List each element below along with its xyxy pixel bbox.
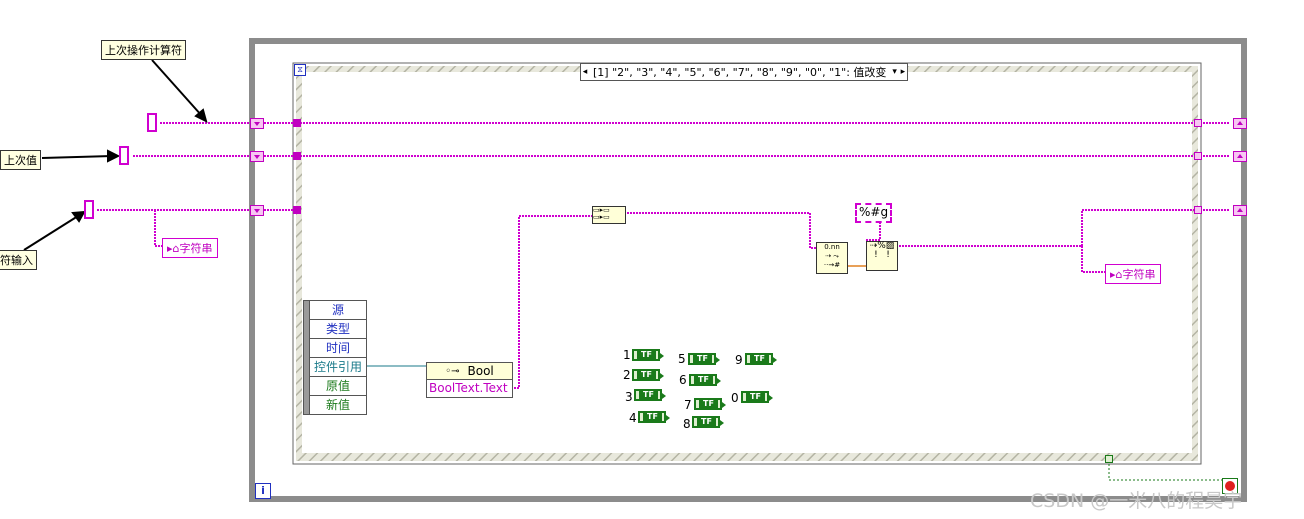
last-value-control[interactable] — [119, 146, 129, 165]
shift-register-right-3[interactable] — [1233, 205, 1247, 216]
note-last-operator: 上次操作计算符 — [101, 40, 186, 60]
bool-button-terminal[interactable]: TF — [694, 398, 726, 410]
string-indicator-icon: ▸⌂ — [167, 242, 180, 255]
shift-register-right-2[interactable] — [1233, 151, 1247, 162]
property-node-header: ◦⊸ Bool — [427, 363, 512, 380]
bool-button-label: 9 — [735, 353, 743, 367]
timeout-icon[interactable]: ⧖ — [294, 64, 306, 76]
property-node-property[interactable]: BoolText.Text — [427, 380, 512, 397]
bool-button-terminal[interactable]: TF — [692, 416, 724, 428]
bool-button-text: TF — [643, 413, 662, 421]
string-indicator-left[interactable]: ▸⌂字符串 — [162, 238, 218, 258]
input-control[interactable] — [84, 200, 94, 219]
concatenate-strings-icon[interactable]: ▭▸▭ ▭▸▭ — [592, 206, 626, 224]
bool-button-label: 4 — [629, 411, 637, 425]
bool-button-terminal[interactable]: TF — [632, 349, 664, 361]
property-node-class: Bool — [467, 364, 494, 378]
event-tunnel-in-1[interactable] — [293, 119, 301, 127]
property-node[interactable]: ◦⊸ Bool BoolText.Text — [426, 362, 513, 398]
shift-register-left-3[interactable] — [250, 205, 264, 216]
bool-button-text: TF — [750, 355, 769, 363]
bool-button-label: 2 — [623, 368, 631, 382]
chevron-down-icon[interactable]: ▾ — [890, 67, 899, 77]
bool-button-text: TF — [694, 376, 713, 384]
event-tunnel-out-2[interactable] — [1194, 152, 1202, 160]
note-last-value: 上次值 — [0, 150, 41, 170]
bool-button-terminal[interactable]: TF — [634, 389, 666, 401]
bool-button-text: TF — [639, 391, 658, 399]
reference-icon: ◦⊸ — [445, 365, 460, 377]
event-tunnel-in-3[interactable] — [293, 206, 301, 214]
event-data-control-ref[interactable]: 控件引用 — [310, 358, 366, 377]
bool-button-terminal[interactable]: TF — [688, 353, 720, 365]
event-case-selector[interactable]: ◂ [1] "2", "3", "4", "5", "6", "7", "8",… — [580, 63, 908, 81]
event-tunnel-stop[interactable] — [1105, 455, 1113, 463]
shift-register-left-2[interactable] — [250, 151, 264, 162]
bool-button-label: 5 — [678, 352, 686, 366]
bool-button-terminal[interactable]: TF — [689, 374, 721, 386]
bool-button-text: TF — [637, 351, 656, 359]
event-tunnel-out-1[interactable] — [1194, 119, 1202, 127]
selector-increment-icon[interactable]: ▸ — [899, 67, 907, 77]
note-input: 符输入 — [0, 250, 37, 270]
watermark: CSDN @一米八的程昊宇 — [1030, 490, 1243, 512]
bool-button-text: TF — [693, 355, 712, 363]
shift-register-left-1[interactable] — [250, 118, 264, 129]
selector-label: [1] "2", "3", "4", "5", "6", "7", "8", "… — [593, 66, 887, 79]
event-data-source[interactable]: 源 — [310, 301, 366, 320]
selector-decrement-icon[interactable]: ◂ — [581, 67, 589, 77]
bool-button-terminal[interactable]: TF — [745, 353, 777, 365]
bool-button-label: 0 — [731, 391, 739, 405]
event-data-type[interactable]: 类型 — [310, 320, 366, 339]
event-tunnel-in-2[interactable] — [293, 152, 301, 160]
bool-button-label: 7 — [684, 398, 692, 412]
format-into-string-icon[interactable]: ⇢%▨! ! — [866, 241, 898, 271]
event-data-new-value[interactable]: 新值 — [310, 396, 366, 414]
bool-button-label: 6 — [679, 373, 687, 387]
event-data-old-value[interactable]: 原值 — [310, 377, 366, 396]
bool-button-label: 8 — [683, 417, 691, 431]
event-data-node[interactable]: 源 类型 时间 控件引用 原值 新值 — [309, 300, 367, 415]
string-indicator-icon: ▸⌂ — [1110, 268, 1123, 281]
bool-button-label: 1 — [623, 348, 631, 362]
bool-button-text: TF — [697, 418, 716, 426]
bool-button-label: 3 — [625, 390, 633, 404]
bool-button-text: TF — [699, 400, 718, 408]
fract-exp-string-to-number-icon[interactable]: 0.nn ⇢ ⤳ ··→# — [816, 242, 848, 274]
bool-button-text: TF — [746, 393, 765, 401]
bool-button-terminal[interactable]: TF — [632, 369, 664, 381]
format-string-constant[interactable]: %#g — [855, 203, 893, 223]
shift-register-right-1[interactable] — [1233, 118, 1247, 129]
event-data-time[interactable]: 时间 — [310, 339, 366, 358]
string-indicator-right[interactable]: ▸⌂字符串 — [1105, 264, 1161, 284]
last-operator-control[interactable] — [147, 113, 157, 132]
bool-button-terminal[interactable]: TF — [741, 391, 773, 403]
event-tunnel-out-3[interactable] — [1194, 206, 1202, 214]
loop-iteration-terminal[interactable]: i — [255, 483, 271, 499]
bool-button-text: TF — [637, 371, 656, 379]
bool-button-terminal[interactable]: TF — [638, 411, 670, 423]
